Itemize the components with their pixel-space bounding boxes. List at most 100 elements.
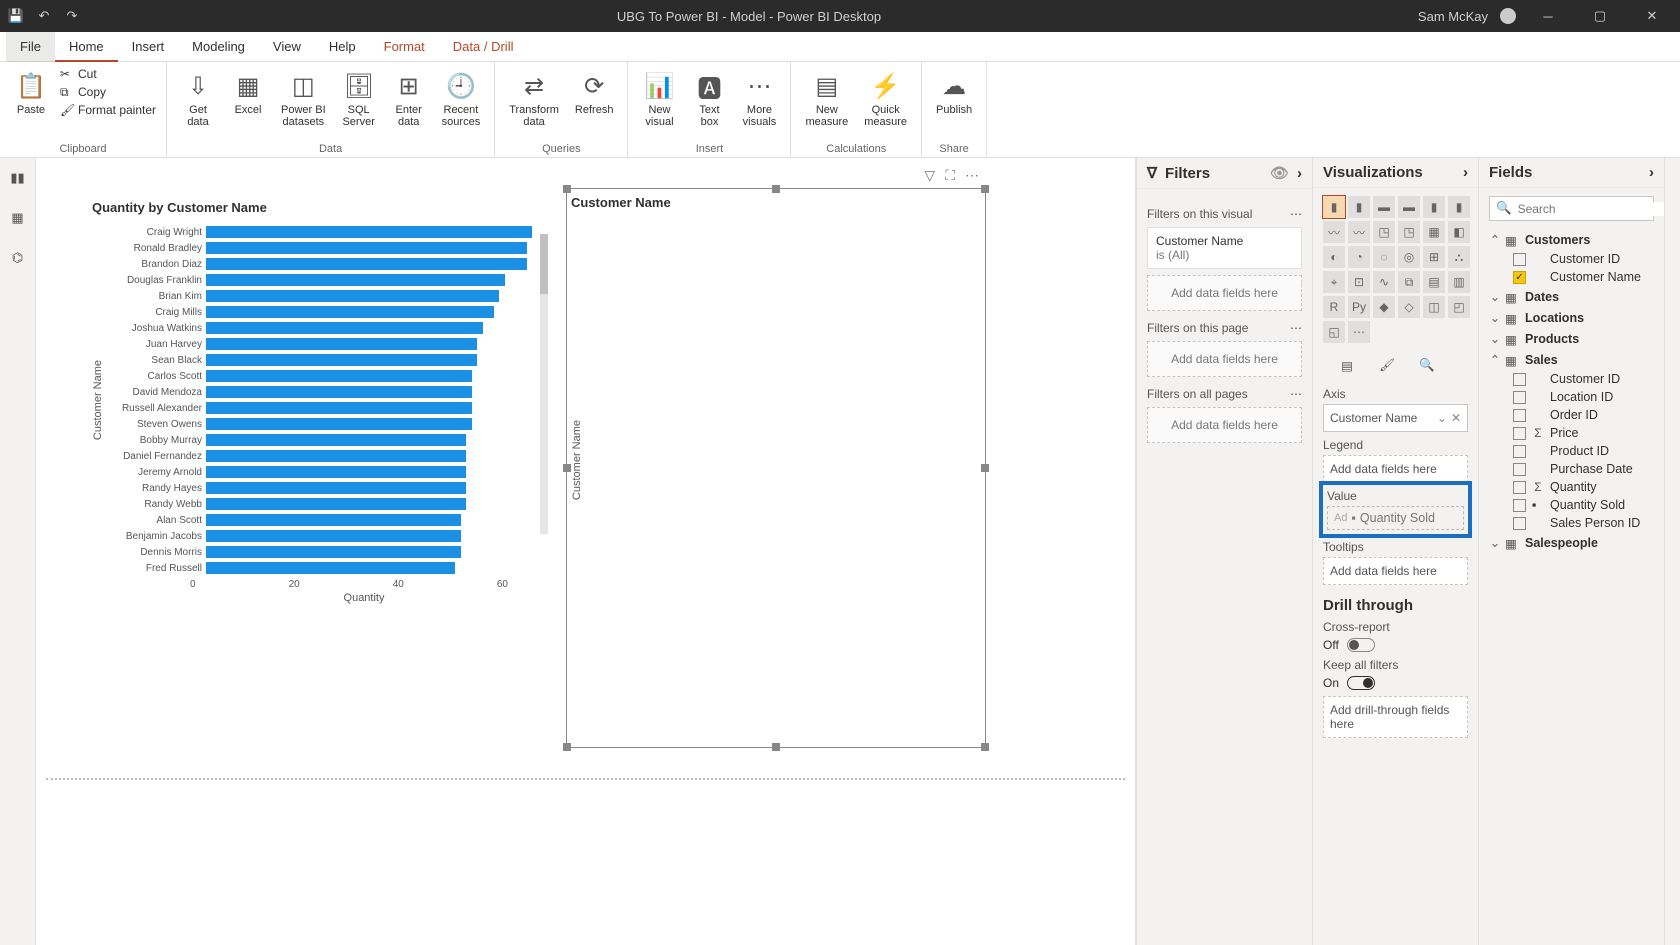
ribbon-tab-home[interactable]: Home xyxy=(55,32,118,62)
filters-visibility-icon[interactable]: 👁 xyxy=(1270,164,1289,182)
refresh-button[interactable]: ⟳Refresh xyxy=(569,66,620,118)
report-canvas[interactable]: Quantity by Customer Name Customer Name … xyxy=(36,158,1136,945)
ribbon-tab-insert[interactable]: Insert xyxy=(118,32,179,62)
chevron-up-icon[interactable]: ⌃ xyxy=(1489,232,1501,247)
keep-filters-toggle[interactable] xyxy=(1347,676,1375,690)
viz-type-icon[interactable]: ▬ xyxy=(1373,196,1395,218)
viz-analytics-tab[interactable]: 🔍 xyxy=(1415,353,1439,377)
viz-type-icon[interactable]: 〰 xyxy=(1323,221,1345,243)
fields-table-row[interactable]: ⌄▦Products xyxy=(1489,328,1654,349)
report-view-button[interactable]: ▮▮ xyxy=(6,166,30,190)
bar-row[interactable]: Daniel Fernandez xyxy=(108,449,538,463)
legend-well[interactable]: Add data fields here xyxy=(1323,455,1468,483)
fields-table-row[interactable]: ⌄▦Locations xyxy=(1489,307,1654,328)
viz-type-icon[interactable]: ◆ xyxy=(1373,296,1395,318)
field-checkbox[interactable] xyxy=(1513,463,1526,476)
fields-field-row[interactable]: ΣPrice xyxy=(1489,424,1654,442)
fields-field-row[interactable]: Purchase Date xyxy=(1489,460,1654,478)
fields-search-input[interactable] xyxy=(1518,202,1664,216)
viz-type-icon[interactable]: ◳ xyxy=(1373,221,1395,243)
bar-row[interactable]: Fred Russell xyxy=(108,561,538,575)
cut-button[interactable]: ✂Cut xyxy=(58,66,158,82)
field-checkbox[interactable] xyxy=(1513,409,1526,422)
filters-on-visual-more-icon[interactable]: ⋯ xyxy=(1290,207,1302,221)
paste-button[interactable]: 📋 Paste xyxy=(8,66,54,118)
viz-type-icon[interactable]: ⧉ xyxy=(1398,271,1420,293)
save-icon[interactable]: 💾 xyxy=(8,8,24,24)
viz-type-icon[interactable]: ▬ xyxy=(1398,196,1420,218)
fields-field-row[interactable]: Sales Person ID xyxy=(1489,514,1654,532)
field-checkbox[interactable] xyxy=(1513,253,1526,266)
fields-search[interactable]: 🔍 xyxy=(1489,196,1654,221)
bar-row[interactable]: Ronald Bradley xyxy=(108,241,538,255)
bar-row[interactable]: Randy Webb xyxy=(108,497,538,511)
publish-button[interactable]: ☁Publish xyxy=(930,66,978,118)
right-scrollbar[interactable] xyxy=(1664,158,1680,945)
filters-on-all-more-icon[interactable]: ⋯ xyxy=(1290,387,1302,401)
excel-button[interactable]: ▦Excel xyxy=(225,66,271,118)
viz-type-icon[interactable]: ⊞ xyxy=(1423,246,1445,268)
chart-scrollbar[interactable] xyxy=(540,234,548,534)
viz-type-icon[interactable]: ▮ xyxy=(1348,196,1370,218)
viz-type-icon[interactable]: Py xyxy=(1348,296,1370,318)
fields-table-row[interactable]: ⌃▦Sales xyxy=(1489,349,1654,370)
fields-field-row[interactable]: ΣQuantity xyxy=(1489,478,1654,496)
tooltips-well[interactable]: Add data fields here xyxy=(1323,557,1468,585)
window-restore-button[interactable]: ▢ xyxy=(1580,0,1620,32)
viz-type-icon[interactable]: ◰ xyxy=(1448,296,1470,318)
viz-type-icon[interactable]: R xyxy=(1323,296,1345,318)
bar-row[interactable]: Benjamin Jacobs xyxy=(108,529,538,543)
window-minimize-button[interactable]: ─ xyxy=(1528,0,1568,32)
bar-row[interactable]: Randy Hayes xyxy=(108,481,538,495)
axis-well[interactable]: Customer Name ⌄✕ xyxy=(1323,404,1468,432)
fields-field-row[interactable]: Location ID xyxy=(1489,388,1654,406)
viz-type-icon[interactable]: ▥ xyxy=(1448,271,1470,293)
text-box-button[interactable]: 🅰Text box xyxy=(686,66,732,130)
focus-mode-icon[interactable]: ⛶ xyxy=(945,167,955,184)
bar-row[interactable]: Dennis Morris xyxy=(108,545,538,559)
recent-sources-button[interactable]: 🕘Recent sources xyxy=(436,66,487,130)
ribbon-tab-format[interactable]: Format xyxy=(370,32,439,62)
pbi-datasets-button[interactable]: ◫Power BI datasets xyxy=(275,66,332,130)
fields-field-row[interactable]: Order ID xyxy=(1489,406,1654,424)
fields-table-row[interactable]: ⌄▦Dates xyxy=(1489,286,1654,307)
viz-type-icon[interactable]: ◐ xyxy=(1323,246,1345,268)
ribbon-tab-help[interactable]: Help xyxy=(315,32,370,62)
remove-field-icon[interactable]: ✕ xyxy=(1451,411,1461,425)
bar-row[interactable]: Jeremy Arnold xyxy=(108,465,538,479)
fields-field-row[interactable]: Product ID xyxy=(1489,442,1654,460)
viz-type-icon[interactable]: ◱ xyxy=(1323,321,1345,343)
new-visual-button[interactable]: 📊New visual xyxy=(636,66,682,130)
ribbon-tab-view[interactable]: View xyxy=(259,32,315,62)
fields-field-row[interactable]: ▪Quantity Sold xyxy=(1489,496,1654,514)
viz-type-icon[interactable]: ◎ xyxy=(1398,246,1420,268)
bar-row[interactable]: Carlos Scott xyxy=(108,369,538,383)
visual-empty-selected[interactable]: ▽ ⛶ ⋯ Customer Name Customer Name xyxy=(566,188,986,748)
viz-type-icon[interactable]: ◳ xyxy=(1398,221,1420,243)
chevron-up-icon[interactable]: ⌃ xyxy=(1489,352,1501,367)
fields-field-row[interactable]: ✓Customer Name xyxy=(1489,268,1654,286)
viz-type-icon[interactable]: ∿ xyxy=(1373,271,1395,293)
bar-row[interactable]: David Mendoza xyxy=(108,385,538,399)
viz-type-icon[interactable]: ◌ xyxy=(1373,246,1395,268)
ribbon-tab-data-drill[interactable]: Data / Drill xyxy=(439,32,528,62)
window-close-button[interactable]: ✕ xyxy=(1632,0,1672,32)
undo-icon[interactable]: ↶ xyxy=(36,8,52,24)
data-view-button[interactable]: ▦ xyxy=(6,206,30,230)
visual-bar-chart[interactable]: Quantity by Customer Name Customer Name … xyxy=(88,194,538,734)
field-checkbox[interactable] xyxy=(1513,373,1526,386)
fields-table-row[interactable]: ⌄▦Salespeople xyxy=(1489,532,1654,553)
bar-row[interactable]: Steven Owens xyxy=(108,417,538,431)
bar-row[interactable]: Brian Kim xyxy=(108,289,538,303)
field-checkbox[interactable] xyxy=(1513,427,1526,440)
enter-data-button[interactable]: ⊞Enter data xyxy=(386,66,432,130)
cross-report-toggle[interactable] xyxy=(1347,638,1375,652)
bar-row[interactable]: Russell Alexander xyxy=(108,401,538,415)
viz-type-icon[interactable]: ⋯ xyxy=(1348,321,1370,343)
chevron-down-icon[interactable]: ⌄ xyxy=(1437,411,1447,425)
quick-measure-button[interactable]: ⚡Quick measure xyxy=(858,66,913,130)
filters-on-page-more-icon[interactable]: ⋯ xyxy=(1290,321,1302,335)
fields-field-row[interactable]: Customer ID xyxy=(1489,370,1654,388)
copy-button[interactable]: ⧉Copy xyxy=(58,84,158,100)
ribbon-tab-file[interactable]: File xyxy=(6,32,55,62)
